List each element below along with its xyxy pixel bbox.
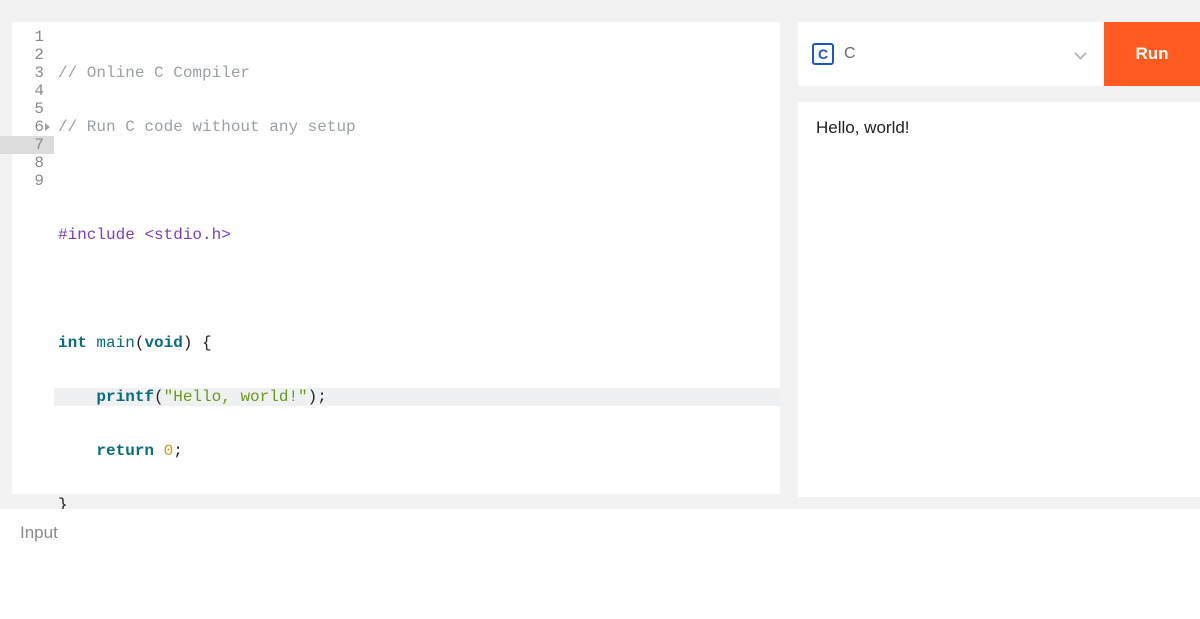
language-label: C: [844, 45, 856, 63]
line-number: 8: [12, 154, 44, 172]
language-select[interactable]: C C: [798, 22, 1104, 86]
line-number: 4: [12, 82, 44, 100]
code-line: // Online C Compiler: [58, 64, 780, 82]
code-line: return 0;: [58, 442, 780, 460]
code-line: // Run C code without any setup: [58, 118, 780, 136]
code-brace: {: [192, 334, 211, 352]
right-pane: C C Run Hello, world!: [798, 22, 1200, 497]
code-number: 0: [164, 442, 174, 460]
c-language-icon: C: [812, 43, 834, 65]
code-comment: // Online C Compiler: [58, 64, 250, 82]
code-paren: (: [154, 388, 164, 406]
controls-bar: C C Run: [798, 22, 1200, 86]
code-editor[interactable]: 1 2 3 4 5 6 7 8 9 // Online C Compiler /…: [12, 22, 780, 494]
code-ident: printf: [96, 388, 154, 406]
code-line: #include <stdio.h>: [58, 226, 780, 244]
code-line: int main(void) {: [58, 334, 780, 352]
code-indent: [58, 442, 96, 460]
output-pane: Hello, world!: [798, 102, 1200, 497]
code-area[interactable]: // Online C Compiler // Run C code witho…: [54, 22, 780, 494]
run-button[interactable]: Run: [1104, 22, 1200, 86]
code-keyword: void: [144, 334, 182, 352]
line-number: 3: [12, 64, 44, 82]
input-label: Input: [20, 523, 1180, 543]
code-paren: (: [135, 334, 145, 352]
line-number-active: 7: [0, 136, 54, 154]
code-preproc: #include: [58, 226, 135, 244]
code-indent: [58, 388, 96, 406]
code-comment: // Run C code without any setup: [58, 118, 356, 136]
code-ident: main: [87, 334, 135, 352]
code-keyword: int: [58, 334, 87, 352]
editor-gutter: 1 2 3 4 5 6 7 8 9: [12, 22, 54, 494]
line-number: 5: [12, 100, 44, 118]
code-keyword: return: [96, 442, 154, 460]
line-number-fold[interactable]: 6: [12, 118, 44, 136]
code-header: <stdio.h>: [135, 226, 231, 244]
output-text: Hello, world!: [816, 118, 1182, 138]
code-line: [58, 280, 780, 298]
code-line-active: printf("Hello, world!");: [54, 388, 780, 406]
code-space: [154, 442, 164, 460]
code-string: "Hello, world!": [164, 388, 308, 406]
chevron-down-icon: [1074, 47, 1088, 61]
app-root: 1 2 3 4 5 6 7 8 9 // Online C Compiler /…: [0, 0, 1200, 619]
code-paren: );: [308, 388, 327, 406]
top-row: 1 2 3 4 5 6 7 8 9 // Online C Compiler /…: [0, 0, 1200, 497]
code-semi: ;: [173, 442, 183, 460]
input-panel[interactable]: Input: [0, 509, 1200, 619]
line-number: 9: [12, 172, 44, 190]
line-number: 2: [12, 46, 44, 64]
code-paren: ): [183, 334, 193, 352]
code-line: [58, 172, 780, 190]
line-number: 1: [12, 28, 44, 46]
